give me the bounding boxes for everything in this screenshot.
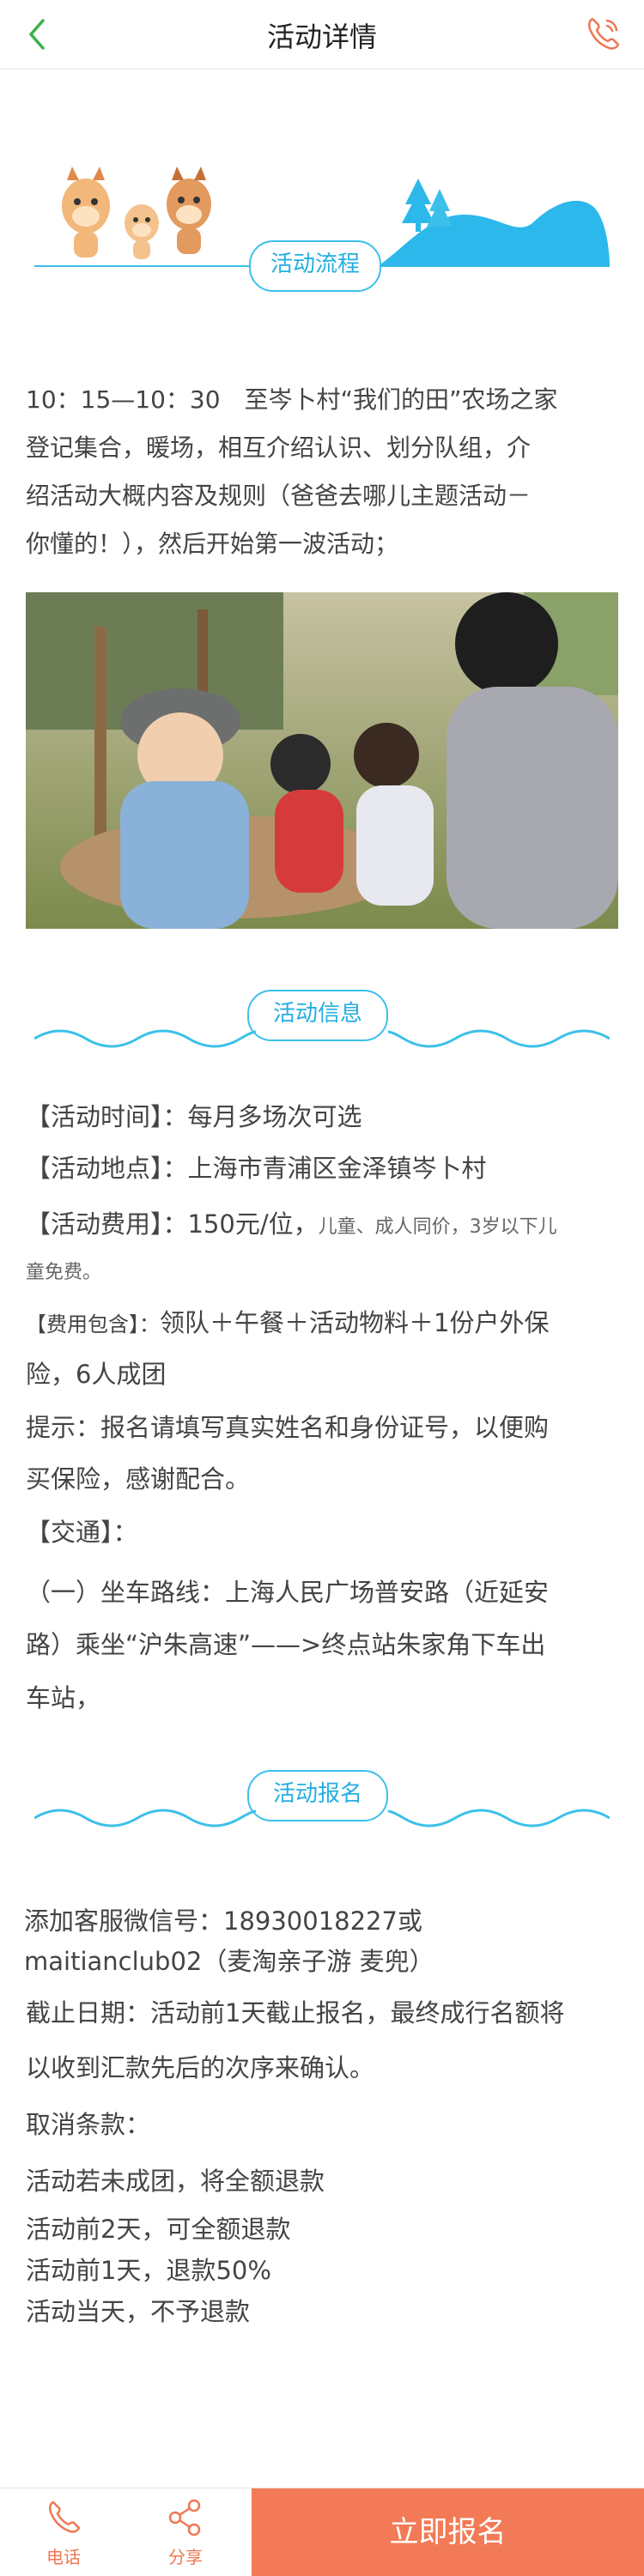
info-fee-label: 【活动费用】： [26, 1209, 188, 1239]
wave-divider [34, 1809, 610, 1827]
signup-cancel-item: 活动若未成团，将全额退款 [26, 2167, 325, 2196]
info-include-label: 【费用包含】： [26, 1312, 160, 1336]
info-time-value: 每月多场次可选 [187, 1102, 362, 1131]
info-fee-value: 150元/位， [187, 1209, 319, 1239]
info-route-cont: 路）乘坐“沪朱高速”——>终点站朱家角下车出 [26, 1630, 546, 1659]
info-fee-note: 儿童、成人同价，3岁以下儿 [318, 1216, 557, 1238]
flow-line: 10：15—10：30 至岑卜村“我们的田”农场之家 [26, 385, 558, 414]
tree-icon [427, 189, 453, 227]
share-icon [168, 2499, 201, 2537]
info-fee: 【活动费用】：150元/位，儿童、成人同价，3岁以下儿 [26, 1204, 627, 1240]
signup-wechat-cont: maitianclub02（麦淘亲子游 麦兜） [24, 1947, 434, 1976]
activity-photo [26, 592, 618, 929]
signup-deadline: 截止日期：活动前1天截止报名，最终成行名额将 [26, 1998, 565, 2027]
phone-call-label: 电话 [46, 2547, 81, 2567]
wave-divider [34, 1029, 610, 1048]
info-fee-note-cont: 童免费。 [26, 1255, 627, 1284]
info-place-label: 【活动地点】： [26, 1154, 188, 1183]
info-route: （一）坐车路线：上海人民广场普安路（近延安 [26, 1578, 550, 1607]
cartoon-horse-right [167, 167, 211, 254]
phone-icon [49, 2500, 81, 2533]
signup-cancel-item: 活动前2天，可全额退款 [26, 2215, 291, 2244]
signup-wechat: 添加客服微信号：18930018227或 [24, 1906, 422, 1936]
share-label: 分享 [168, 2547, 203, 2567]
info-route-cont-2: 车站， [26, 1683, 101, 1712]
flow-line: 登记集合，暖场，相互介绍认识、划分队组，介 [26, 433, 532, 462]
bottom-action-bar: 电话 分享 立即报名 [0, 2488, 644, 2576]
signup-cancel-item: 活动当天，不予退款 [26, 2297, 251, 2326]
info-time: 【活动时间】：每月多场次可选 [26, 1097, 627, 1133]
top-bar: 活动详情 [0, 0, 644, 70]
section-title-activity-flow: 活动流程 [249, 240, 381, 292]
phone-icon[interactable] [584, 14, 623, 53]
info-place-value: 上海市青浦区金泽镇岑卜村 [187, 1154, 487, 1183]
signup-cancel-title: 取消条款： [26, 2110, 151, 2139]
info-fee-note-2: 童免费。 [26, 1262, 102, 1283]
page-title: 活动详情 [266, 21, 377, 53]
info-include-cont: 险，6人成团 [26, 1360, 167, 1389]
info-place: 【活动地点】：上海市青浦区金泽镇岑卜村 [26, 1149, 627, 1185]
activity-flow-text: 10：15—10：30 至岑卜村“我们的田”农场之家 登记集合，暖场，相互介绍认… [26, 376, 618, 568]
cartoon-horse-left [62, 167, 110, 258]
phone-call-button[interactable]: 电话 [21, 2497, 106, 2568]
signup-now-button[interactable]: 立即报名 [252, 2488, 644, 2576]
share-button[interactable]: 分享 [143, 2497, 228, 2568]
info-tip-cont: 买保险，感谢配合。 [26, 1464, 251, 1494]
info-tip: 提示：报名请填写真实姓名和身份证号，以便购 [26, 1413, 550, 1442]
info-include-value: 领队＋午餐＋活动物料＋1份户外保 [160, 1308, 550, 1337]
cartoon-horse-middle [125, 204, 159, 259]
signup-cancel-item: 活动前1天，退款50% [26, 2256, 271, 2285]
info-include: 【费用包含】：领队＋午餐＋活动物料＋1份户外保 [26, 1303, 627, 1339]
info-time-label: 【活动时间】： [26, 1102, 188, 1131]
flow-line: 你懂的！），然后开始第一波活动； [26, 530, 399, 558]
flow-line: 绍活动大概内容及规则（爸爸去哪儿主题活动－ [26, 482, 532, 510]
signup-deadline-cont: 以收到汇款先后的次序来确认。 [26, 2053, 375, 2082]
info-traffic-label: 【交通】： [26, 1518, 138, 1547]
